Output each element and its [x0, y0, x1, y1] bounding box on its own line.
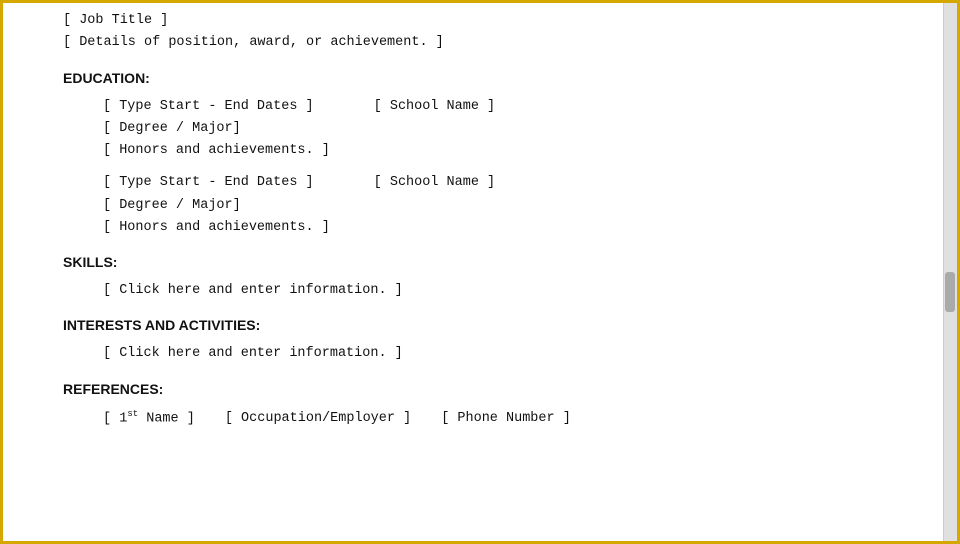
skills-heading: SKILLS: — [63, 252, 897, 273]
edu-degree-2[interactable]: [ Degree / Major] — [103, 196, 241, 216]
scrollbar[interactable] — [943, 3, 957, 541]
edu-school-2[interactable]: [ School Name ] — [374, 173, 496, 193]
ref-occupation-field[interactable]: [ Occupation/Employer ] — [225, 409, 411, 429]
ref-name-field[interactable]: [ 1st Name ] — [103, 408, 195, 430]
page-container: [ Job Title ] [ Details of position, awa… — [0, 0, 960, 544]
skills-entry: [ Click here and enter information. ] — [63, 281, 897, 301]
references-row: [ 1st Name ] [ Occupation/Employer ] [ P… — [103, 408, 897, 430]
references-heading: REFERENCES: — [63, 379, 897, 400]
interests-heading: INTERESTS AND ACTIVITIES: — [63, 315, 897, 336]
edu-honors-2[interactable]: [ Honors and achievements. ] — [103, 218, 330, 238]
education-heading: EDUCATION: — [63, 68, 897, 89]
details-field[interactable]: [ Details of position, award, or achieve… — [63, 33, 444, 53]
interests-field[interactable]: [ Click here and enter information. ] — [103, 346, 403, 361]
edu-degree-line-1: [ Degree / Major] — [103, 119, 897, 139]
document-body: [ Job Title ] [ Details of position, awa… — [3, 3, 957, 447]
edu-honors-line-1: [ Honors and achievements. ] — [103, 141, 897, 161]
edu-degree-1[interactable]: [ Degree / Major] — [103, 119, 241, 139]
ref-phone-field[interactable]: [ Phone Number ] — [441, 409, 571, 429]
edu-school-1[interactable]: [ School Name ] — [374, 97, 496, 117]
edu-row-1: [ Type Start - End Dates ] [ School Name… — [103, 97, 897, 117]
details-line: [ Details of position, award, or achieve… — [63, 33, 897, 53]
job-title-field[interactable]: [ Job Title ] — [63, 11, 168, 31]
job-title-line: [ Job Title ] — [63, 11, 897, 31]
skills-field[interactable]: [ Click here and enter information. ] — [103, 283, 403, 298]
edu-dates-2[interactable]: [ Type Start - End Dates ] — [103, 173, 314, 193]
skills-section: SKILLS: [ Click here and enter informati… — [63, 252, 897, 301]
edu-honors-line-2: [ Honors and achievements. ] — [103, 218, 897, 238]
edu-row-2: [ Type Start - End Dates ] [ School Name… — [103, 173, 897, 193]
interests-section: INTERESTS AND ACTIVITIES: [ Click here a… — [63, 315, 897, 364]
top-section: [ Job Title ] [ Details of position, awa… — [63, 11, 897, 54]
edu-honors-1[interactable]: [ Honors and achievements. ] — [103, 141, 330, 161]
edu-dates-1[interactable]: [ Type Start - End Dates ] — [103, 97, 314, 117]
education-entry-2: [ Type Start - End Dates ] [ School Name… — [63, 173, 897, 238]
references-entry: [ 1st Name ] [ Occupation/Employer ] [ P… — [63, 408, 897, 430]
edu-degree-line-2: [ Degree / Major] — [103, 196, 897, 216]
education-section: EDUCATION: [ Type Start - End Dates ] [ … — [63, 68, 897, 239]
scrollbar-thumb[interactable] — [945, 272, 955, 312]
education-entry-1: [ Type Start - End Dates ] [ School Name… — [63, 97, 897, 162]
interests-entry: [ Click here and enter information. ] — [63, 344, 897, 364]
references-section: REFERENCES: [ 1st Name ] [ Occupation/Em… — [63, 379, 897, 430]
